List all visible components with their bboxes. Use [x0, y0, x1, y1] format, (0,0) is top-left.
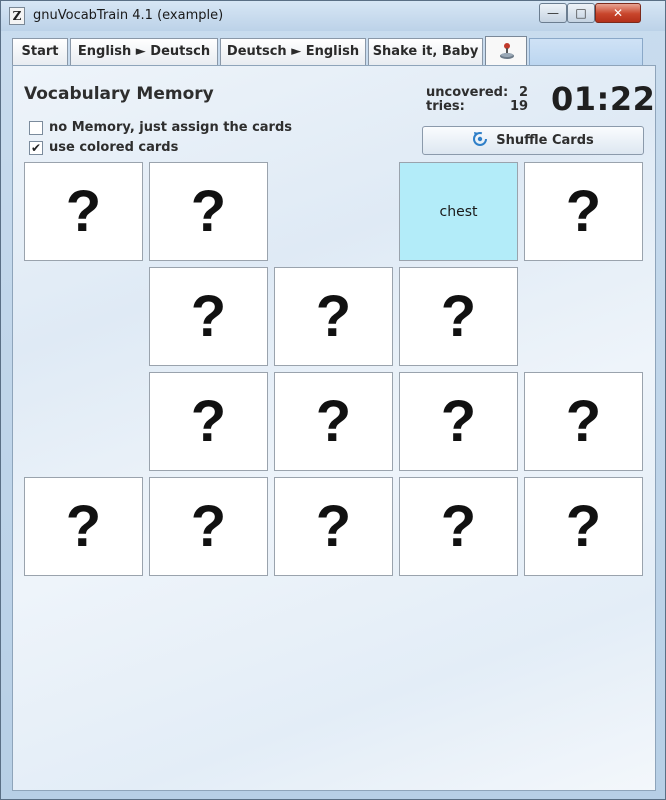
shuffle-icon: [473, 132, 488, 146]
app-window: Z gnuVocabTrain 4.1 (example) — □ ✕ Star…: [0, 0, 666, 800]
no-memory-label: no Memory, just assign the cards: [49, 120, 293, 135]
card-question-mark: ?: [190, 388, 227, 454]
shuffle-cards-button[interactable]: Shuffle Cards: [422, 126, 644, 155]
card-question-mark: ?: [565, 178, 602, 244]
memory-card[interactable]: ?: [274, 477, 393, 576]
memory-panel: Vocabulary Memory uncovered: tries: 2 19…: [12, 65, 656, 791]
window-title: gnuVocabTrain 4.1 (example): [33, 8, 224, 23]
card-question-mark: ?: [190, 283, 227, 349]
card-question-mark: ?: [440, 283, 477, 349]
card-question-mark: ?: [440, 388, 477, 454]
tab-english-deutsch[interactable]: English ► Deutsch: [70, 38, 218, 65]
memory-card[interactable]: ?: [399, 267, 518, 366]
card-question-mark: ?: [315, 283, 352, 349]
memory-card[interactable]: ?: [149, 477, 268, 576]
close-button[interactable]: ✕: [595, 3, 641, 23]
memory-card[interactable]: ?: [274, 372, 393, 471]
page-title: Vocabulary Memory: [24, 84, 214, 104]
uncovered-label: uncovered:: [426, 85, 509, 100]
tries-label: tries:: [426, 99, 465, 114]
timer: 01:22: [551, 80, 656, 118]
colored-cards-label: use colored cards: [49, 140, 179, 155]
memory-card[interactable]: ?: [524, 372, 643, 471]
card-question-mark: ?: [565, 388, 602, 454]
card-question-mark: ?: [190, 493, 227, 559]
colored-cards-checkbox[interactable]: ✔: [29, 141, 43, 155]
memory-card[interactable]: ?: [24, 162, 143, 261]
no-memory-checkbox[interactable]: [29, 121, 43, 135]
tab-strip-filler: [529, 38, 643, 65]
card-question-mark: ?: [190, 178, 227, 244]
joystick-icon: [500, 43, 514, 59]
card-question-mark: ?: [65, 493, 102, 559]
memory-card[interactable]: ?: [399, 477, 518, 576]
stats-labels: uncovered: tries:: [426, 86, 508, 114]
memory-card-revealed[interactable]: chest: [399, 162, 518, 261]
shuffle-label: Shuffle Cards: [496, 133, 594, 148]
memory-card[interactable]: ?: [149, 162, 268, 261]
tab-start[interactable]: Start: [12, 38, 68, 65]
colored-cards-option[interactable]: ✔ use colored cards: [29, 140, 178, 158]
tab-shake-it-baby[interactable]: Shake it, Baby: [368, 38, 483, 65]
card-question-mark: ?: [315, 493, 352, 559]
card-question-mark: ?: [315, 388, 352, 454]
tab-memory-game[interactable]: [485, 36, 527, 65]
maximize-button[interactable]: □: [567, 3, 595, 23]
title-bar[interactable]: Z gnuVocabTrain 4.1 (example) — □ ✕: [1, 1, 665, 31]
card-question-mark: ?: [440, 493, 477, 559]
memory-card[interactable]: ?: [24, 477, 143, 576]
uncovered-count: 2: [518, 85, 528, 100]
memory-card[interactable]: ?: [524, 162, 643, 261]
tab-deutsch-english[interactable]: Deutsch ► English: [220, 38, 366, 65]
memory-card[interactable]: ?: [149, 372, 268, 471]
tab-strip: Start English ► Deutsch Deutsch ► Englis…: [9, 35, 643, 65]
no-memory-option[interactable]: no Memory, just assign the cards: [29, 120, 292, 138]
memory-card[interactable]: ?: [399, 372, 518, 471]
card-question-mark: ?: [565, 493, 602, 559]
card-question-mark: ?: [65, 178, 102, 244]
memory-card[interactable]: ?: [149, 267, 268, 366]
card-word: chest: [439, 203, 478, 220]
memory-card[interactable]: ?: [274, 267, 393, 366]
minimize-button[interactable]: —: [539, 3, 567, 23]
stats-values: 2 19: [510, 86, 528, 114]
memory-card[interactable]: ?: [524, 477, 643, 576]
app-logo-icon: Z: [9, 7, 25, 25]
tries-count: 19: [510, 99, 529, 114]
